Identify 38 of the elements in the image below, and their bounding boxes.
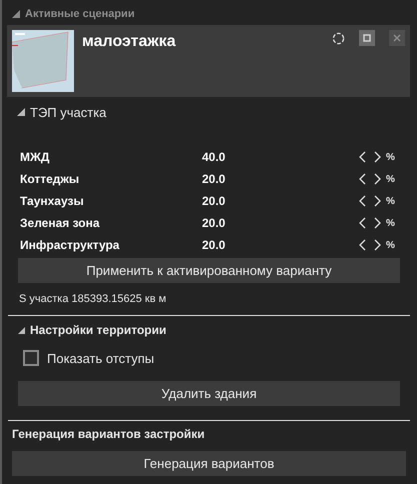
unit-label: % xyxy=(386,152,395,162)
generate-button[interactable]: Генерация вариантов xyxy=(12,451,406,476)
panel-title: Активные сценарии xyxy=(25,8,135,20)
value-field[interactable]: 40.0 xyxy=(202,150,359,164)
value-field[interactable]: 20.0 xyxy=(202,172,359,186)
row-label: Коттеджы xyxy=(20,172,80,186)
scenario-card[interactable]: малоэтажка xyxy=(7,25,410,97)
unit-label: % xyxy=(386,240,395,250)
row-label: МЖД xyxy=(20,150,50,164)
unit-label: % xyxy=(386,174,395,184)
section-title: Генерация вариантов застройки xyxy=(11,426,206,443)
row-label: Зеленая зона xyxy=(20,216,101,230)
close-icon[interactable] xyxy=(389,30,405,46)
collapse-triangle-icon[interactable] xyxy=(12,10,20,18)
apply-button[interactable]: Применить к активированному варианту xyxy=(18,258,400,283)
left-right-arrows-icon[interactable] xyxy=(359,239,381,251)
row-label: Инфраструктура xyxy=(20,238,120,252)
section-title: ТЭП участка xyxy=(30,104,106,120)
unit-label: % xyxy=(386,218,395,228)
delete-buildings-button[interactable]: Удалить здания xyxy=(18,381,400,406)
left-right-arrows-icon[interactable] xyxy=(359,195,381,207)
section-title: Настройки территории xyxy=(30,323,166,337)
unit-label: % xyxy=(386,196,395,206)
value-field[interactable]: 20.0 xyxy=(202,216,359,230)
row-label: Таунхаузы xyxy=(20,194,85,208)
left-right-arrows-icon[interactable] xyxy=(359,173,381,185)
value-field[interactable]: 20.0 xyxy=(202,194,359,208)
left-right-arrows-icon[interactable] xyxy=(359,151,381,163)
value-field[interactable]: 20.0 xyxy=(202,238,359,252)
checkbox-label: Показать отступы xyxy=(47,350,154,366)
expand-triangle-icon[interactable] xyxy=(18,326,25,334)
expand-triangle-icon[interactable] xyxy=(17,108,25,116)
checkbox[interactable] xyxy=(23,350,39,366)
maximize-icon[interactable] xyxy=(359,30,375,46)
scenario-title: малоэтажка xyxy=(82,33,176,51)
left-right-arrows-icon[interactable] xyxy=(359,217,381,229)
area-text: S участка 185393.15625 кв м xyxy=(18,292,168,307)
refresh-icon[interactable] xyxy=(332,32,345,44)
